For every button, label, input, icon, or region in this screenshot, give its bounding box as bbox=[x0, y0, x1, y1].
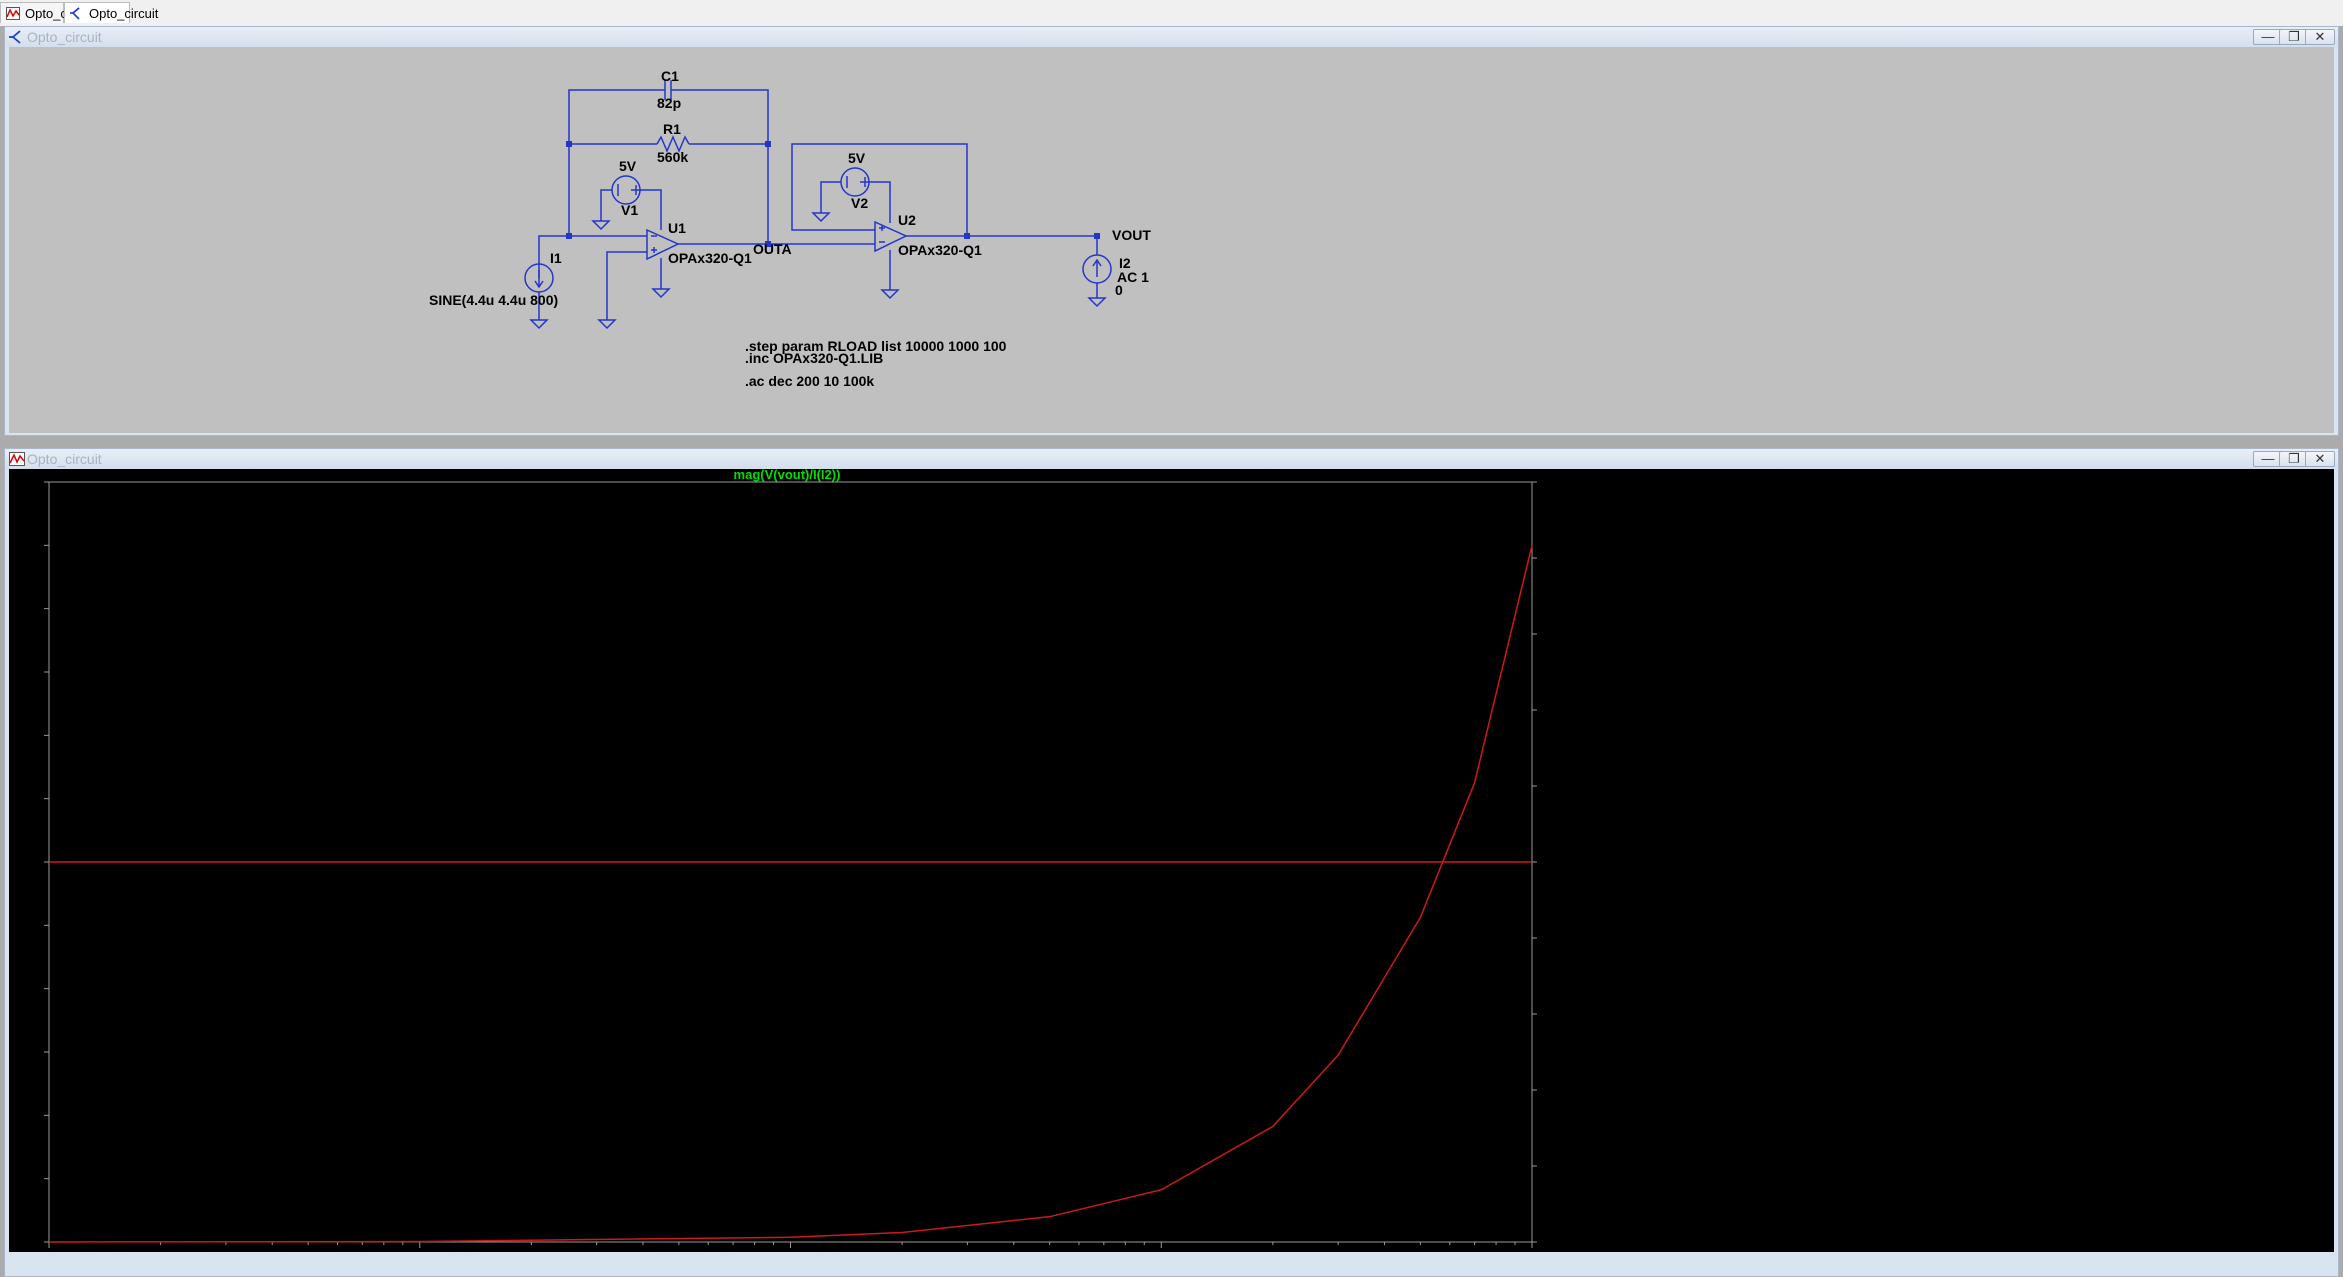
schematic-window-titlebar[interactable]: Opto_circuit — ❐ ✕ bbox=[5, 27, 2338, 47]
c1-label[interactable]: C1 bbox=[661, 68, 679, 84]
y-right-tick-label: -0.8n° bbox=[1540, 1159, 1572, 1173]
i2-value-line2[interactable]: 0 bbox=[1115, 282, 1123, 298]
junction-dot bbox=[566, 141, 572, 147]
junction-dot bbox=[566, 233, 572, 239]
ground-symbol bbox=[529, 319, 549, 330]
c1-value[interactable]: 82p bbox=[657, 95, 681, 111]
magnitude-trace bbox=[48, 545, 1533, 1243]
schematic-window[interactable]: Opto_circuit — ❐ ✕ C1 82p R1 560k 5V V1 … bbox=[4, 26, 2339, 436]
bode-plot[interactable]: mag(V(vout)/I(I2)) 480mΩ 440mΩ 400mΩ 360mΩ 3… bbox=[9, 469, 2334, 1252]
y-right-tick-label: 0.6n° bbox=[1540, 627, 1568, 641]
spice-directive-inc[interactable]: .inc OPAx320-Q1.LIB bbox=[745, 350, 883, 366]
wire bbox=[640, 189, 662, 230]
wire bbox=[671, 89, 769, 144]
y-left-tick-label: 480mΩ bbox=[9, 475, 43, 489]
ground-symbol bbox=[811, 212, 831, 223]
y-right-tick-label: -1.0n° bbox=[1540, 1235, 1572, 1249]
schematic-drawing[interactable]: C1 82p R1 560k 5V V1 U1 OPAx320-Q1 OUTA … bbox=[9, 47, 2334, 433]
plot-traces bbox=[48, 545, 1533, 1243]
waveform-icon bbox=[9, 452, 25, 466]
tab-schematic[interactable]: Opto_circuit bbox=[64, 2, 158, 23]
schematic-icon bbox=[70, 7, 80, 20]
y-left-tick-label: 320mΩ bbox=[9, 728, 43, 742]
plot-trace-title[interactable]: mag(V(vout)/I(I2)) bbox=[734, 469, 841, 482]
v1-value[interactable]: 5V bbox=[619, 158, 637, 174]
y-left-tick-label: 80mΩ bbox=[11, 1108, 43, 1122]
y-left-tick-label: 120mΩ bbox=[9, 1045, 43, 1059]
tab-label: Opto_circuit bbox=[89, 6, 159, 21]
y-left-tick-label: 0mΩ bbox=[17, 1235, 43, 1249]
close-button[interactable]: ✕ bbox=[2305, 29, 2335, 45]
junction-dot bbox=[1094, 233, 1100, 239]
x-tick-labels: 10Hz 100Hz 1KHz 10KHz 100KHz bbox=[49, 1247, 1532, 1252]
y-right-tick-label: 0.2n° bbox=[1540, 779, 1568, 793]
ground-symbol bbox=[591, 220, 611, 231]
net-label-outa[interactable]: OUTA bbox=[753, 241, 792, 257]
x-tick-label: 100KHz bbox=[1489, 1247, 1532, 1252]
x-tick-label: 100Hz bbox=[402, 1247, 437, 1252]
u2-label[interactable]: U2 bbox=[898, 212, 916, 228]
wire bbox=[568, 89, 665, 144]
y-right-tick-label: 0.8n° bbox=[1540, 551, 1568, 565]
tab-waveform[interactable]: Opto_circuit bbox=[0, 2, 94, 23]
wire bbox=[606, 251, 647, 320]
y-right-tick-label: -0.6n° bbox=[1540, 1083, 1572, 1097]
window-title: Opto_circuit bbox=[27, 29, 102, 45]
wire bbox=[791, 143, 968, 236]
wire bbox=[820, 181, 841, 213]
y-right-tick-label: -0.4n° bbox=[1540, 1007, 1572, 1021]
y-left-tick-labels: 480mΩ 440mΩ 400mΩ 360mΩ 320mΩ 280mΩ 240mΩ 200mΩ… bbox=[9, 475, 43, 1249]
window-title: Opto_circuit bbox=[27, 451, 102, 467]
schematic-icon bbox=[9, 30, 21, 44]
y-left-tick-label: 200mΩ bbox=[9, 918, 43, 932]
y-left-tick-label: 440mΩ bbox=[9, 538, 43, 552]
plot-window-titlebar[interactable]: Opto_circuit — ❐ ✕ bbox=[5, 449, 2338, 469]
y-left-tick-label: 400mΩ bbox=[9, 602, 43, 616]
r1-value[interactable]: 560k bbox=[657, 149, 688, 165]
wire bbox=[869, 181, 891, 223]
junction-dot bbox=[964, 233, 970, 239]
plot-pane[interactable]: mag(V(vout)/I(I2)) 480mΩ 440mΩ 400mΩ 360mΩ 3… bbox=[9, 469, 2334, 1252]
v2-value[interactable]: 5V bbox=[848, 150, 866, 166]
u1-model[interactable]: OPAx320-Q1 bbox=[668, 250, 752, 266]
v1-label[interactable]: V1 bbox=[621, 202, 638, 218]
y-right-tick-labels: 1.0n° 0.8n° 0.6n° 0.4n° 0.2n° 0.0n° -0.2n° -0.4… bbox=[1540, 475, 1572, 1249]
i1-label[interactable]: I1 bbox=[550, 250, 562, 266]
ground-symbol bbox=[597, 319, 617, 330]
x-tick-label: 10Hz bbox=[49, 1247, 77, 1252]
ground-symbol bbox=[1087, 297, 1107, 308]
u1-label[interactable]: U1 bbox=[668, 220, 686, 236]
y-right-tick-label: 0.0n° bbox=[1540, 855, 1568, 869]
wire bbox=[600, 189, 612, 221]
spice-directive-ac[interactable]: .ac dec 200 10 100k bbox=[745, 373, 874, 389]
i1-value[interactable]: SINE(4.4u 4.4u 800) bbox=[429, 292, 558, 308]
x-tick-label: 1KHz bbox=[776, 1247, 805, 1252]
plot-axes bbox=[44, 481, 1537, 1248]
y-right-tick-label: 0.4n° bbox=[1540, 703, 1568, 717]
ground-symbol bbox=[651, 288, 671, 299]
ground-symbol bbox=[880, 289, 900, 300]
y-right-tick-label: -0.2n° bbox=[1540, 931, 1572, 945]
y-left-tick-label: 360mΩ bbox=[9, 665, 43, 679]
y-left-tick-label: 40mΩ bbox=[11, 1172, 43, 1186]
r1-label[interactable]: R1 bbox=[663, 121, 681, 137]
x-tick-label: 10KHz bbox=[1143, 1247, 1179, 1252]
y-left-tick-label: 240mΩ bbox=[9, 855, 43, 869]
net-label-vout[interactable]: VOUT bbox=[1112, 227, 1151, 243]
mdi-workspace: Opto_circuit — ❐ ✕ C1 82p R1 560k 5V V1 … bbox=[0, 26, 2343, 1277]
schematic-canvas[interactable]: C1 82p R1 560k 5V V1 U1 OPAx320-Q1 OUTA … bbox=[9, 47, 2334, 433]
waveform-icon bbox=[6, 7, 20, 20]
document-tab-bar: Opto_circuit Opto_circuit bbox=[0, 0, 2343, 27]
y-left-tick-label: 280mΩ bbox=[9, 792, 43, 806]
y-left-tick-label: 160mΩ bbox=[9, 982, 43, 996]
junction-dot bbox=[765, 141, 771, 147]
close-button[interactable]: ✕ bbox=[2305, 451, 2335, 467]
u2-model[interactable]: OPAx320-Q1 bbox=[898, 242, 982, 258]
y-right-tick-label: 1.0n° bbox=[1540, 475, 1568, 489]
v2-label[interactable]: V2 bbox=[851, 195, 868, 211]
plot-window[interactable]: Opto_circuit — ❐ ✕ mag(V(vout)/I(I2)) 48… bbox=[4, 448, 2339, 1277]
